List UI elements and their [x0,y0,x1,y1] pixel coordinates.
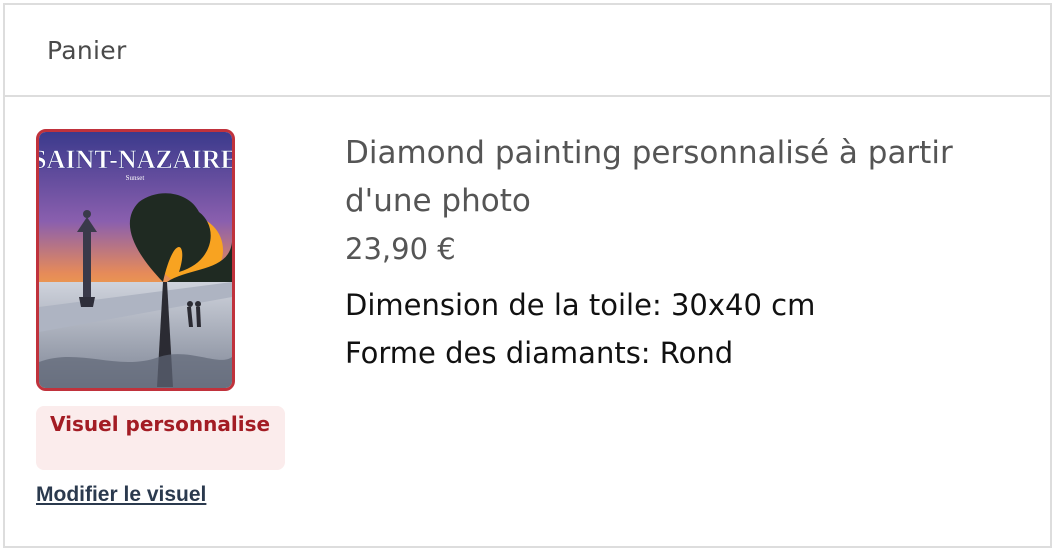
poster-image: SAINT-NAZAIRE Sunset [39,132,232,388]
poster-title: SAINT-NAZAIRE [39,145,232,174]
product-thumbnail[interactable]: SAINT-NAZAIRE Sunset [36,129,235,391]
cart-header: Panier [5,5,1050,97]
cart-title: Panier [47,35,127,65]
option-canvas-size: Dimension de la toile: 30x40 cm [345,288,816,322]
cart-panel: Panier SAINT-NAZAIRE Sunset Visuel perso… [3,3,1052,548]
product-info: Diamond painting personnalisé à partir d… [345,129,1025,377]
cart-item: SAINT-NAZAIRE Sunset Visuel personnalise… [5,97,1050,546]
option-diamond-shape: Forme des diamants: Rond [345,336,734,370]
custom-visual-badge: Visuel personnalise [36,406,285,470]
edit-visual-link[interactable]: Modifier le visuel [36,483,206,507]
poster-subtitle: Sunset [126,174,145,182]
product-price: 23,90 € [345,232,456,266]
product-name[interactable]: Diamond painting personnalisé à partir d… [345,129,1025,225]
